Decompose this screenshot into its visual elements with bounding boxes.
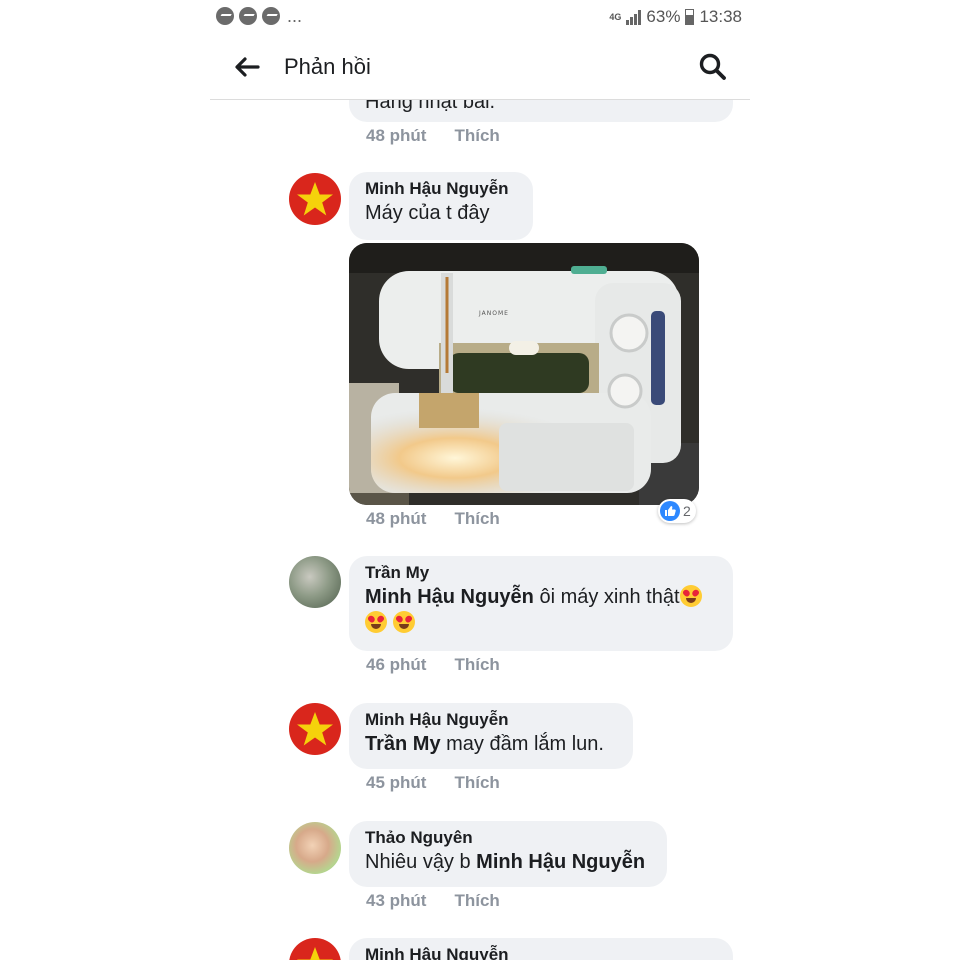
like-icon xyxy=(660,501,680,521)
comment-time: 48 phút xyxy=(366,126,427,145)
star-icon xyxy=(297,712,333,746)
back-arrow-icon[interactable] xyxy=(230,50,264,84)
avatar[interactable] xyxy=(289,938,341,960)
comment-feed[interactable]: Hàng nhật bãi. 48 phút Thích Minh Hậu Ng… xyxy=(210,0,750,960)
comment-bubble[interactable]: Thảo Nguyên Nhiêu vậy b Minh Hậu Nguyễn xyxy=(349,821,667,887)
more-notifications: ... xyxy=(287,6,303,26)
comment-author[interactable]: Minh Hậu Nguyễn xyxy=(365,709,617,731)
comment-text: Trần My may đầm lắm lun. xyxy=(365,731,617,757)
battery-icon xyxy=(685,9,695,25)
battery-percent: 63% xyxy=(646,7,681,26)
comment-text: Minh Hậu Nguyễn ôi máy xinh thật xyxy=(365,584,717,636)
clock: 13:38 xyxy=(699,7,742,26)
comment-meta: 46 phút Thích xyxy=(366,655,500,675)
comment-text: Nhiêu vậy b Minh Hậu Nguyễn xyxy=(365,849,651,875)
comment-body: may đầm lắm lun. xyxy=(440,733,604,755)
heart-eyes-emoji-icon xyxy=(679,585,702,607)
star-icon xyxy=(297,182,333,216)
svg-text:JANOME: JANOME xyxy=(478,310,509,317)
comment-author[interactable]: Minh Hậu Nguyễn xyxy=(365,178,517,200)
like-link[interactable]: Thích xyxy=(454,891,499,911)
page-title: Phản hồi xyxy=(284,54,371,79)
comment-time: 46 phút xyxy=(366,655,427,674)
messenger-icon xyxy=(239,7,257,25)
heart-eyes-emoji-icon xyxy=(392,611,415,633)
avatar[interactable] xyxy=(289,556,341,608)
signal-icon xyxy=(626,9,642,25)
star-icon xyxy=(297,947,333,960)
mention-link[interactable]: Trần My xyxy=(365,733,441,755)
sewing-machine-photo[interactable]: JANOME xyxy=(349,243,699,505)
comment-author[interactable]: Trần My xyxy=(365,562,717,584)
messenger-icon xyxy=(216,7,234,25)
like-link[interactable]: Thích xyxy=(454,509,499,529)
like-link[interactable]: Thích xyxy=(454,126,499,146)
avatar[interactable] xyxy=(289,173,341,225)
heart-eyes-emoji-icon xyxy=(365,611,387,633)
comment-meta: 48 phút Thích xyxy=(366,509,500,529)
search-icon[interactable] xyxy=(696,50,730,84)
like-link[interactable]: Thích xyxy=(454,773,499,793)
status-bar: ... 4G 63% 13:38 xyxy=(210,0,750,34)
avatar[interactable] xyxy=(289,703,341,755)
comment-author[interactable]: Minh Hậu Nguyễn xyxy=(365,944,717,960)
comment-bubble[interactable]: Trần My Minh Hậu Nguyễn ôi máy xinh thật xyxy=(349,556,733,651)
avatar[interactable] xyxy=(289,822,341,874)
comment-author[interactable]: Thảo Nguyên xyxy=(365,827,651,849)
comment-bubble[interactable]: Minh Hậu Nguyễn xyxy=(349,938,733,960)
comment-time: 48 phút xyxy=(366,509,427,528)
comment-bubble[interactable]: Minh Hậu Nguyễn Trần My may đầm lắm lun. xyxy=(349,703,633,769)
comment-meta: 45 phút Thích xyxy=(366,773,500,793)
messenger-icon xyxy=(262,7,280,25)
reaction-count: 2 xyxy=(683,503,691,519)
like-link[interactable]: Thích xyxy=(454,655,499,675)
comment-meta: 43 phút Thích xyxy=(366,891,500,911)
comment-bubble[interactable]: Minh Hậu Nguyễn Máy của t đây xyxy=(349,172,533,240)
comment-meta: 48 phút Thích xyxy=(366,126,500,146)
app-header: Phản hồi xyxy=(210,34,750,100)
comment-time: 45 phút xyxy=(366,773,427,792)
comment-time: 43 phút xyxy=(366,891,427,910)
mention-link[interactable]: Minh Hậu Nguyễn xyxy=(365,586,534,608)
phone-screen: Hàng nhật bãi. 48 phút Thích Minh Hậu Ng… xyxy=(210,0,750,960)
network-type: 4G xyxy=(609,11,622,22)
comment-body: ôi máy xinh thật xyxy=(533,586,680,608)
comment-text: Máy của t đây xyxy=(365,202,490,224)
status-indicators: 4G 63% 13:38 xyxy=(609,7,742,27)
notification-icons: ... xyxy=(216,7,302,25)
mention-link[interactable]: Minh Hậu Nguyễn xyxy=(476,851,645,873)
comment-body: Nhiêu vậy b xyxy=(365,851,477,873)
reaction-badge[interactable]: 2 xyxy=(658,499,696,523)
